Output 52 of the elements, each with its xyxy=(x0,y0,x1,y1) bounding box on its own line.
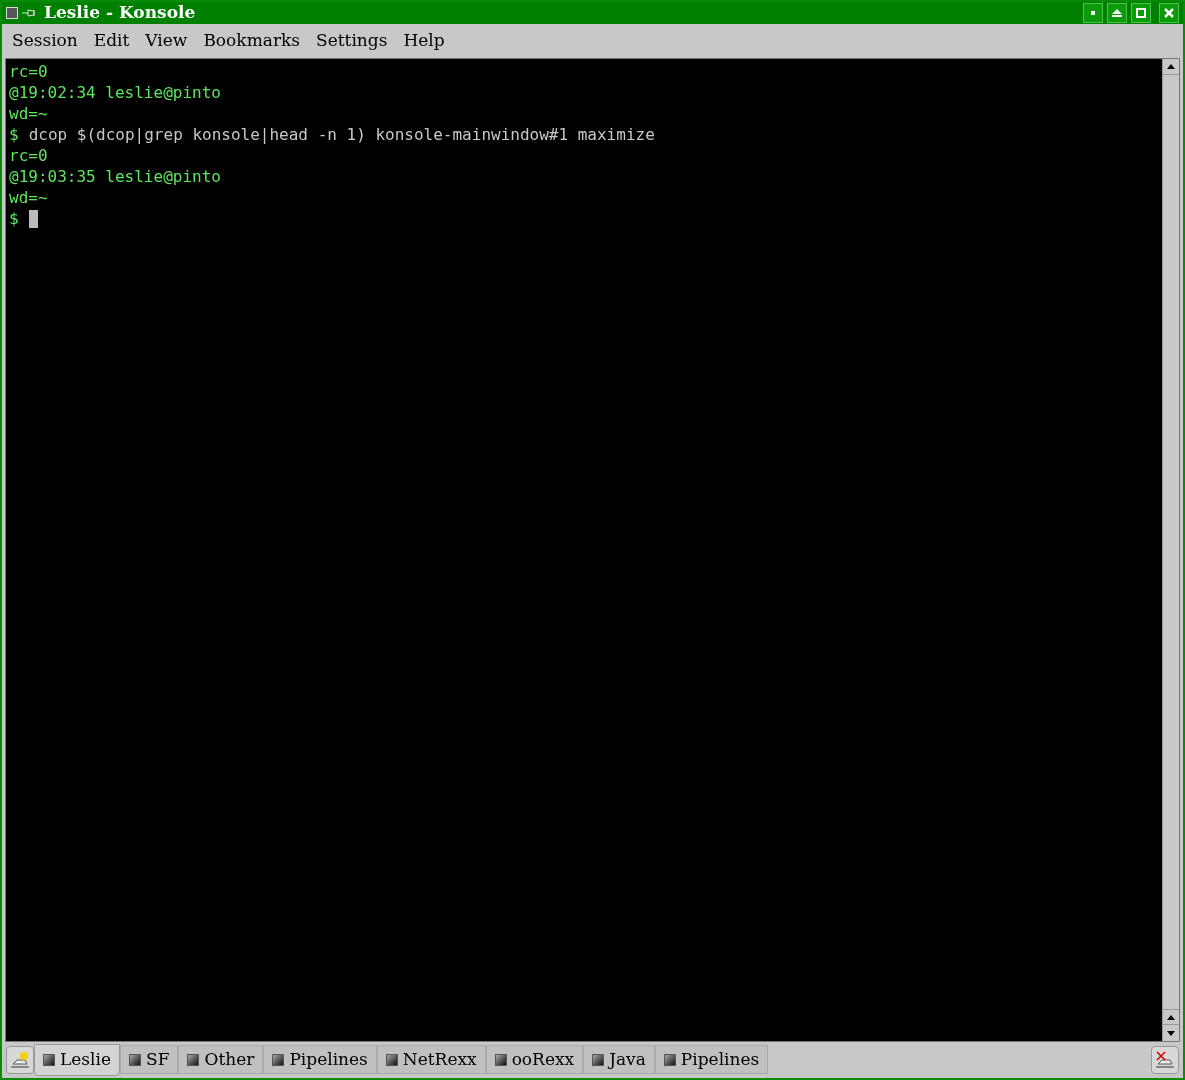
window-menu-icon[interactable] xyxy=(6,7,18,19)
terminal-area[interactable]: rc=0 @19:02:34 leslie@pinto wd=~ $ dcop $(dcop|grep konsole|head -n 1) konsole-mainwindow#1 maximize rc=0 @19:03:35 leslie@pinto wd=~ $ xyxy=(6,59,1162,1041)
up-arrow-icon xyxy=(1167,1014,1175,1020)
terminal-icon xyxy=(385,1053,398,1066)
terminal-icon xyxy=(494,1053,507,1066)
session-tab[interactable]: NetRexx xyxy=(376,1045,486,1074)
pin-icon[interactable] xyxy=(22,8,36,18)
prompt-symbol: $ xyxy=(9,124,19,145)
menu-item[interactable]: Edit xyxy=(87,28,136,54)
menu-item[interactable]: Help xyxy=(397,28,451,54)
menu-item[interactable]: Bookmarks xyxy=(197,28,307,54)
menu-item[interactable]: Settings xyxy=(310,28,394,54)
minimize-button[interactable] xyxy=(1083,3,1103,23)
terminal-output-line: @19:03:35 leslie@pinto xyxy=(9,166,221,187)
session-tab[interactable]: ooRexx xyxy=(485,1045,584,1074)
shade-icon xyxy=(1112,9,1122,17)
session-tab[interactable]: Pipelines xyxy=(654,1045,769,1074)
terminal-output-line: wd=~ xyxy=(9,103,48,124)
text-cursor xyxy=(28,210,38,228)
terminal-icon xyxy=(129,1053,141,1066)
session-tab[interactable]: Pipelines xyxy=(263,1045,377,1074)
command-text: dcop $(dcop|grep konsole|head -n 1) konsole-mainwindow#1 maximize xyxy=(28,124,655,145)
minimize-icon xyxy=(1091,11,1095,15)
terminal-icon xyxy=(663,1053,676,1066)
close-button[interactable] xyxy=(1159,3,1179,23)
shade-button[interactable] xyxy=(1107,3,1127,23)
close-session-icon xyxy=(1155,1051,1175,1069)
terminal-icon xyxy=(43,1054,55,1066)
maximize-icon xyxy=(1136,8,1146,18)
terminal-output-line: rc=0 xyxy=(9,145,48,166)
terminal-output-line: @19:02:34 leslie@pinto xyxy=(9,82,221,103)
new-session-icon xyxy=(10,1051,30,1069)
close-icon xyxy=(1164,8,1174,18)
menu-item[interactable]: Session xyxy=(6,28,84,54)
up-arrow-icon xyxy=(1167,64,1175,69)
new-session-button[interactable] xyxy=(6,1046,34,1074)
terminal-icon xyxy=(187,1053,200,1066)
session-tab[interactable]: SF xyxy=(120,1045,179,1074)
scroll-up-button[interactable] xyxy=(1163,1009,1179,1025)
maximize-button[interactable] xyxy=(1131,3,1151,23)
down-arrow-icon xyxy=(1167,1030,1175,1036)
session-tab[interactable]: Java xyxy=(583,1045,655,1074)
session-tab[interactable]: Leslie xyxy=(34,1044,120,1076)
terminal-icon xyxy=(592,1053,605,1066)
menu-item[interactable]: View xyxy=(139,28,194,54)
session-tab[interactable]: Other xyxy=(178,1045,264,1074)
terminal-output-line: wd=~ xyxy=(9,187,48,208)
terminal-icon xyxy=(272,1053,285,1066)
window-title: Leslie - Konsole xyxy=(44,1,196,25)
prompt-symbol: $ xyxy=(9,208,19,229)
close-session-button[interactable] xyxy=(1151,1046,1179,1074)
terminal-output-line: rc=0 xyxy=(9,61,48,82)
